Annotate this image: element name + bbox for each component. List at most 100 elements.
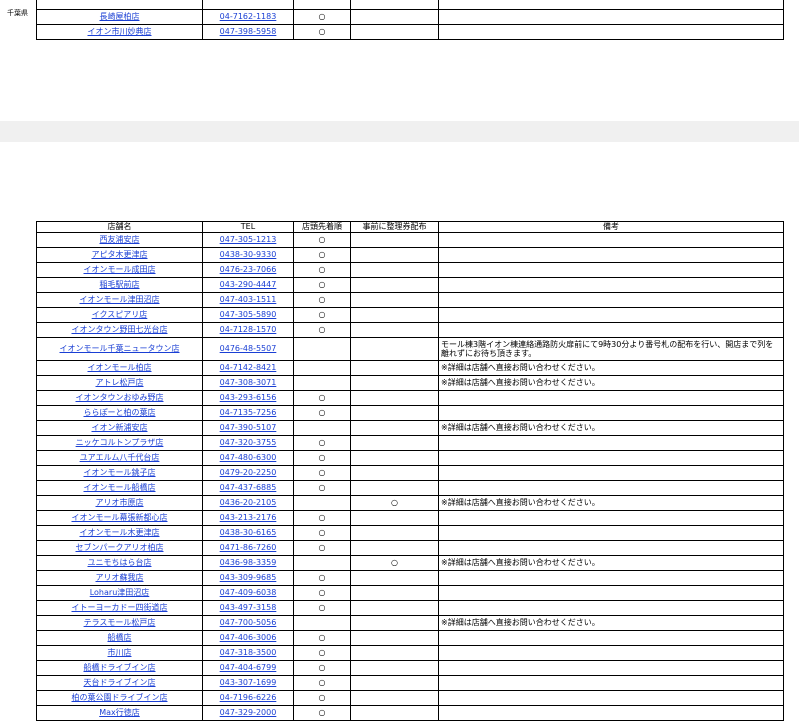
tel-link[interactable]: 047-409-6038: [220, 588, 277, 597]
store-name-cell: イオンタウン野田七光台店: [36, 322, 203, 338]
tel-link[interactable]: 047-305-5890: [220, 310, 277, 319]
tel-link[interactable]: 0438-30-9330: [220, 250, 277, 259]
tel-link[interactable]: 047-320-3755: [220, 438, 277, 447]
store-name-link[interactable]: 船橋ドライブイン店: [84, 663, 156, 672]
tel-link[interactable]: 043-307-1699: [220, 678, 277, 687]
ticket-cell: ○: [350, 555, 439, 571]
tel-link[interactable]: 047-308-3071: [220, 378, 277, 387]
lineup-cell: ○: [293, 570, 351, 586]
store-name-link[interactable]: 船橋店: [108, 633, 132, 642]
store-name-link[interactable]: 稲毛駅前店: [100, 280, 140, 289]
tel-link[interactable]: 047-398-5958: [220, 27, 277, 36]
tel-link[interactable]: 047-404-6799: [220, 663, 277, 672]
tel-link[interactable]: 0479-20-2250: [220, 468, 277, 477]
store-name-link[interactable]: ニッケコルトンプラザ店: [76, 438, 164, 447]
lineup-cell: ○: [293, 705, 351, 721]
store-name-link[interactable]: Max行徳店: [99, 708, 140, 717]
tel-link[interactable]: 0436-20-2105: [220, 498, 277, 507]
store-name-link[interactable]: 天台ドライブイン店: [84, 678, 156, 687]
tel-cell: 043-307-1699: [202, 675, 294, 691]
store-name-link[interactable]: ユニモちはら台店: [88, 558, 152, 567]
tel-cell: 0476-23-7066: [202, 262, 294, 278]
tel-cell: 0476-48-5507: [202, 337, 294, 361]
store-name-link[interactable]: アピタ木更津店: [92, 250, 148, 259]
store-name-link[interactable]: イオン新浦安店: [92, 423, 148, 432]
ticket-cell: [350, 690, 439, 706]
store-name-link[interactable]: アリオ市原店: [96, 498, 144, 507]
remarks-cell: [438, 525, 784, 541]
tel-link[interactable]: 043-293-6156: [220, 393, 277, 402]
store-name-link[interactable]: アトレ松戸店: [96, 378, 144, 387]
store-name-cell: イオンモール銚子店: [36, 465, 203, 481]
tel-link[interactable]: 047-406-3006: [220, 633, 277, 642]
store-name-link[interactable]: ユアエルム八千代台店: [80, 453, 160, 462]
tel-link[interactable]: 04-7196-6226: [220, 693, 277, 702]
tel-link[interactable]: 04-7162-1183: [220, 12, 277, 21]
store-name-link[interactable]: イオンタウン野田七光台店: [72, 325, 168, 334]
tel-link[interactable]: 0438-30-6165: [220, 528, 277, 537]
store-name-link[interactable]: イオンモール津田沼店: [80, 295, 160, 304]
remarks-cell: ※詳細は店舗へ直接お問い合わせください。: [438, 615, 784, 631]
store-name-link[interactable]: イオンモール木更津店: [80, 528, 160, 537]
lineup-cell: ○: [293, 247, 351, 263]
tel-link[interactable]: 0471-86-7260: [220, 543, 277, 552]
store-name-cell: アトレ松戸店: [36, 375, 203, 391]
store-name-link[interactable]: イオンモール幕張新都心店: [72, 513, 168, 522]
table-row: ユアエルム八千代台店 047-480-6300 ○: [36, 450, 784, 466]
lineup-cell: ○: [293, 645, 351, 661]
store-name-link[interactable]: テラスモール松戸店: [84, 618, 156, 627]
store-name-link[interactable]: イオンモール千葉ニュータウン店: [60, 344, 180, 353]
tel-link[interactable]: 047-437-6885: [220, 483, 277, 492]
ticket-cell: [350, 675, 439, 691]
store-name-link[interactable]: Loharu津田沼店: [90, 588, 150, 597]
tel-link[interactable]: 04-7135-7256: [220, 408, 277, 417]
tel-link[interactable]: 047-480-6300: [220, 453, 277, 462]
tel-cell: 04-7196-6226: [202, 690, 294, 706]
tel-link[interactable]: 0476-48-5507: [220, 344, 277, 353]
tel-link[interactable]: 047-318-3500: [220, 648, 277, 657]
store-name-cell: イトーヨーカドー四街道店: [36, 600, 203, 616]
store-name-link[interactable]: 長崎屋柏店: [100, 12, 140, 21]
store-name-link[interactable]: イオンモール銚子店: [84, 468, 156, 477]
tel-link[interactable]: 0476-23-7066: [220, 265, 277, 274]
store-name-link[interactable]: イオンタウンおゆみ野店: [76, 393, 164, 402]
tel-link[interactable]: 047-390-5107: [220, 423, 277, 432]
store-name-link[interactable]: イクスピアリ店: [92, 310, 148, 319]
ticket-cell: [350, 292, 439, 308]
tel-link[interactable]: 047-305-1213: [220, 235, 277, 244]
tel-link[interactable]: 04-7142-8421: [220, 363, 277, 372]
store-name-link[interactable]: イオンモール柏店: [88, 363, 152, 372]
header-store-name: 店舗名: [36, 221, 203, 233]
store-name-link[interactable]: 西友浦安店: [100, 235, 140, 244]
store-name-link[interactable]: アリオ蘇我店: [96, 573, 144, 582]
table-row: イオンモール成田店 0476-23-7066 ○: [36, 262, 784, 278]
store-name-link[interactable]: イオン市川妙典店: [88, 27, 152, 36]
store-name-cell: ららぽーと柏の葉店: [36, 405, 203, 421]
lineup-cell: ○: [293, 262, 351, 278]
store-name-link[interactable]: 市川店: [108, 648, 132, 657]
lineup-cell: ○: [293, 480, 351, 496]
tel-link[interactable]: 047-403-1511: [220, 295, 277, 304]
store-name-link[interactable]: イトーヨーカドー四街道店: [72, 603, 168, 612]
store-name-link[interactable]: イオンモール成田店: [84, 265, 156, 274]
remarks-cell: [438, 690, 784, 706]
table-row: 柏の葉公園ドライブイン店 04-7196-6226 ○: [36, 690, 784, 706]
tel-link[interactable]: 043-497-3158: [220, 603, 277, 612]
ticket-cell: [350, 262, 439, 278]
store-name-link[interactable]: セブンパークアリオ柏店: [76, 543, 164, 552]
store-name-link[interactable]: 柏の葉公園ドライブイン店: [72, 693, 168, 702]
tel-link[interactable]: 047-329-2000: [220, 708, 277, 717]
store-name-cell: イオンモール木更津店: [36, 525, 203, 541]
store-name-link[interactable]: イオンモール船橋店: [84, 483, 156, 492]
tel-link[interactable]: 0436-98-3359: [220, 558, 277, 567]
tel-link[interactable]: 043-309-9685: [220, 573, 277, 582]
table-row: イオンモール千葉ニュータウン店 0476-48-5507 モール棟3階イオン棟連絡通…: [36, 337, 784, 361]
store-name-link[interactable]: ららぽーと柏の葉店: [84, 408, 156, 417]
tel-cell: 043-293-6156: [202, 390, 294, 406]
tel-link[interactable]: 043-290-4447: [220, 280, 277, 289]
tel-link[interactable]: 043-213-2176: [220, 513, 277, 522]
store-name-cell: イオン市川妙典店: [36, 24, 203, 40]
tel-link[interactable]: 047-700-5056: [220, 618, 277, 627]
tel-link[interactable]: 04-7128-1570: [220, 325, 277, 334]
store-name-cell: 柏の葉公園ドライブイン店: [36, 690, 203, 706]
